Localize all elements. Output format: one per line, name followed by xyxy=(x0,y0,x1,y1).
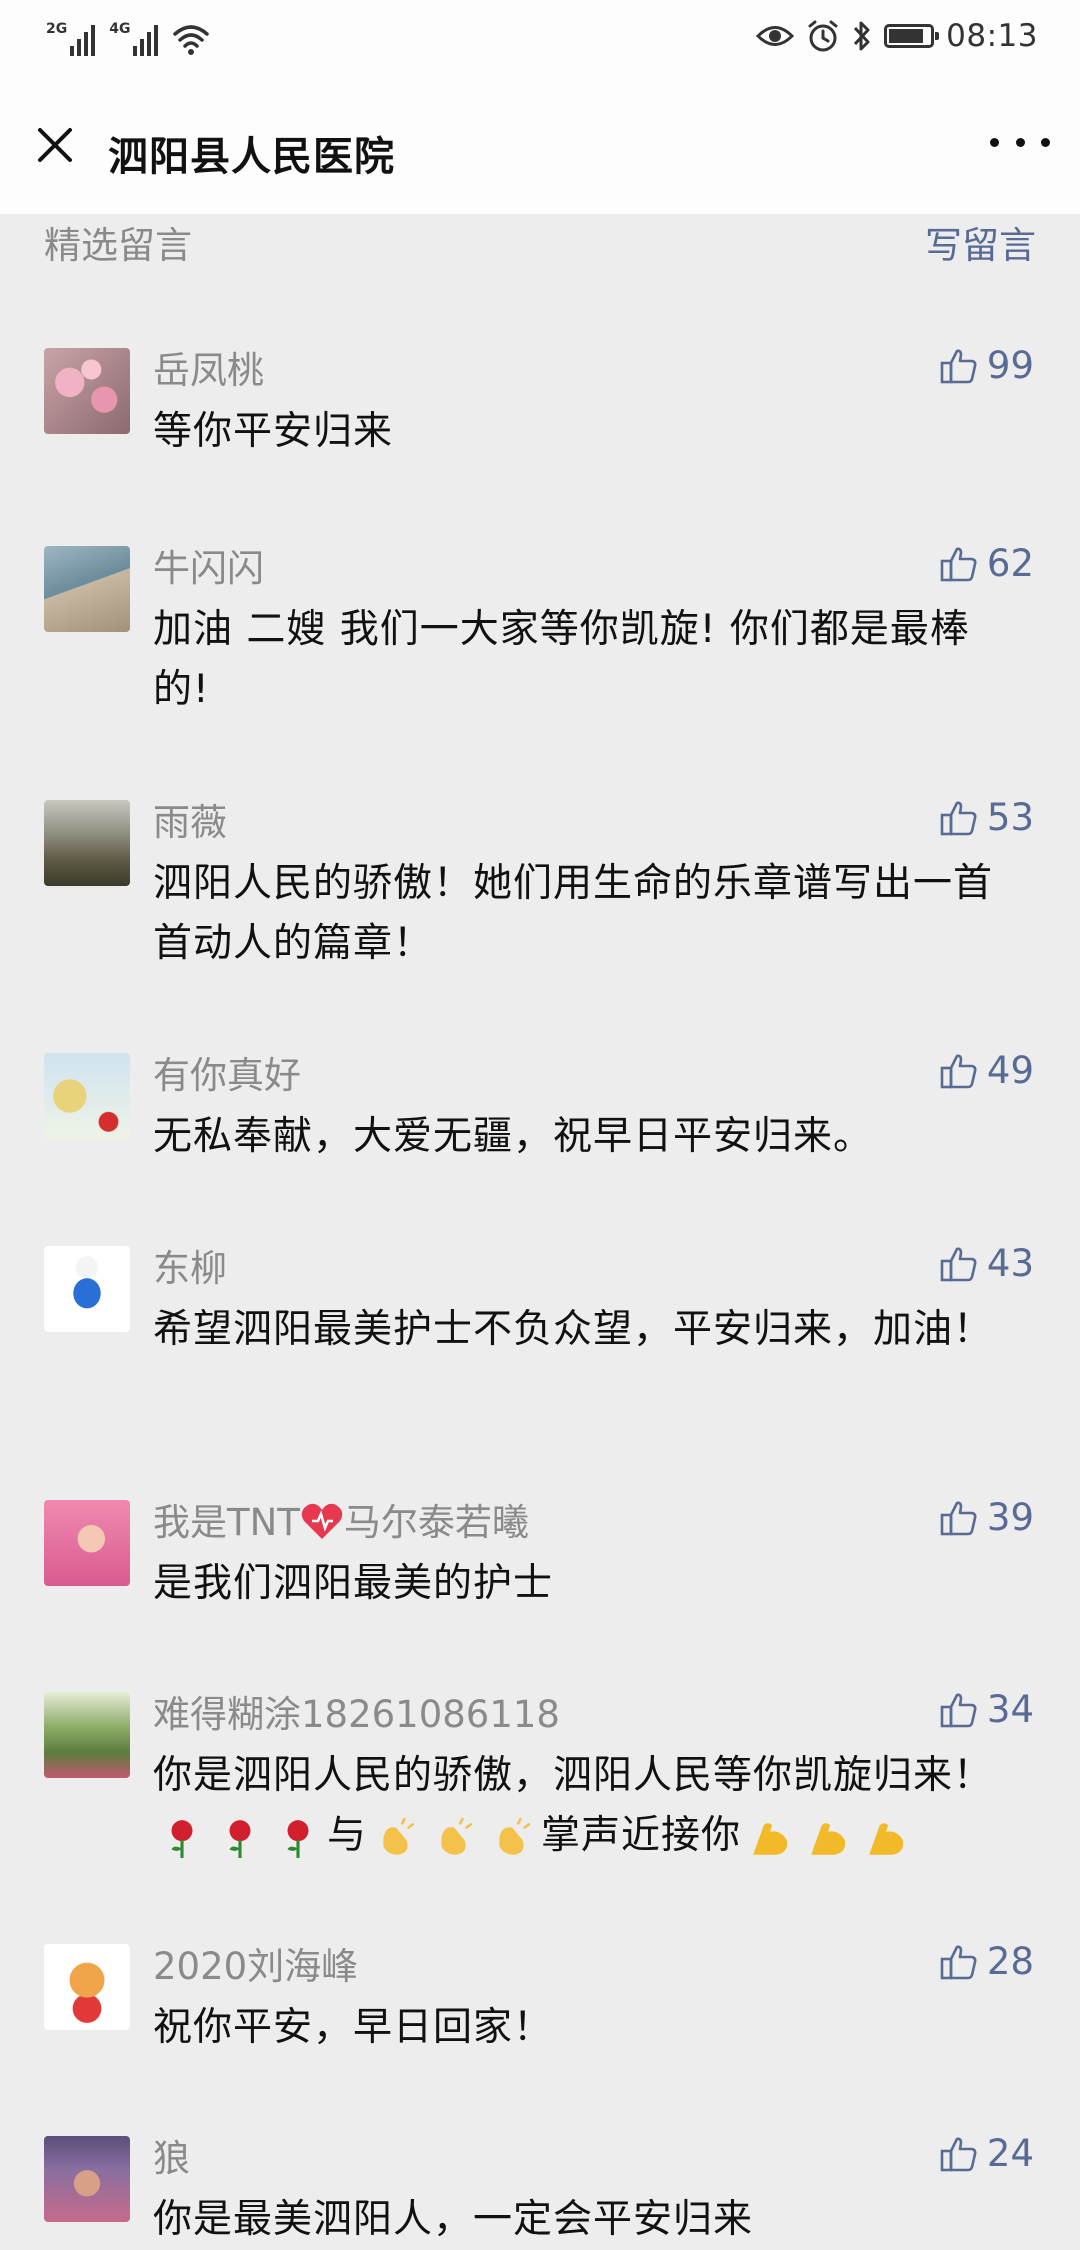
like-count: 62 xyxy=(986,542,1034,585)
name-suffix: 马尔泰若曦 xyxy=(343,1501,529,1544)
more-icon-dot xyxy=(990,137,999,147)
avatar[interactable] xyxy=(44,2136,130,2222)
network-type-label: 4G xyxy=(109,21,131,37)
thumbs-up-icon xyxy=(939,544,979,584)
avatar[interactable] xyxy=(44,800,130,886)
comment-text: 是我们泗阳最美的护士 xyxy=(153,1561,554,1606)
avatar[interactable] xyxy=(44,1053,130,1139)
comment-text: 希望泗阳最美护士不负众望，平安归来，加油！ xyxy=(153,1307,994,1352)
comment-text: 泗阳人民的骄傲！她们用生命的乐章谱写出一首首动人的篇章！ xyxy=(153,861,994,966)
like-button[interactable]: 53 xyxy=(939,796,1034,839)
like-count: 43 xyxy=(986,1242,1034,1285)
signal-bars-icon xyxy=(133,22,159,56)
flexed-biceps-icon xyxy=(753,1822,788,1855)
clapping-hands-icon xyxy=(383,1817,415,1855)
wifi-icon xyxy=(173,25,210,55)
rose-icon xyxy=(171,1819,193,1858)
network-type-label: 2G xyxy=(46,21,68,37)
more-icon-dot xyxy=(1015,137,1025,147)
write-comment-link[interactable]: 写留言 xyxy=(925,215,1036,269)
battery-icon xyxy=(884,24,940,48)
comment-text: 加油 二嫂 我们一大家等你凯旋! 你们都是最棒的! xyxy=(153,607,970,712)
like-count: 49 xyxy=(986,1049,1034,1092)
name-prefix: 我是TNT xyxy=(153,1501,300,1544)
like-count: 24 xyxy=(986,2132,1034,2175)
page-title: 泗阳县人民医院 xyxy=(108,134,395,180)
thumbs-up-icon xyxy=(939,1051,979,1091)
eye-icon xyxy=(756,26,795,46)
like-button[interactable]: 39 xyxy=(939,1496,1034,1539)
close-icon xyxy=(38,128,72,162)
comments-header: 精选留言 写留言 xyxy=(44,214,1036,270)
avatar[interactable] xyxy=(44,546,130,632)
like-button[interactable]: 62 xyxy=(939,542,1034,585)
clock-time: 08:13 xyxy=(946,18,1038,54)
avatar[interactable] xyxy=(44,1500,130,1586)
signal-indicators: 2G 4G xyxy=(46,22,210,56)
clapping-hands-icon xyxy=(499,1817,531,1855)
thumbs-up-icon xyxy=(939,346,979,386)
avatar[interactable] xyxy=(44,1246,130,1332)
status-right: 08:13 xyxy=(756,18,1038,54)
commenter-name: 牛闪闪 xyxy=(153,547,264,590)
close-button[interactable] xyxy=(30,120,80,170)
thumbs-up-icon xyxy=(939,798,979,838)
thumbs-up-icon xyxy=(939,1498,979,1538)
commenter-name: 狼 xyxy=(153,2137,190,2180)
like-button[interactable]: 28 xyxy=(939,1940,1034,1983)
avatar[interactable] xyxy=(44,348,130,434)
comment-text-part: 掌声近接你 xyxy=(541,1813,742,1858)
alarm-icon xyxy=(808,20,838,52)
comment-text: 等你平安归来 xyxy=(153,409,394,454)
like-count: 53 xyxy=(986,796,1034,839)
comment-text: 你是泗阳人民的骄傲，泗阳人民等你凯旋归来！ 与 掌声近接你 xyxy=(153,1746,1013,1866)
thumbs-up-icon xyxy=(939,1690,979,1730)
thumbs-up-icon xyxy=(939,2134,979,2174)
heart-icon xyxy=(301,1503,343,1539)
thumbs-up-icon xyxy=(939,1244,979,1284)
clapping-hands-icon xyxy=(441,1817,473,1855)
avatar[interactable] xyxy=(44,1692,130,1778)
signal-2g: 2G xyxy=(46,21,96,56)
like-button[interactable]: 99 xyxy=(939,344,1034,387)
more-icon-dot xyxy=(1041,137,1050,147)
commenter-name: 岳凤桃 xyxy=(153,349,264,392)
flexed-biceps-icon xyxy=(869,1822,904,1855)
bluetooth-icon xyxy=(854,21,870,51)
comment-text: 你是最美泗阳人，一定会平安归来 xyxy=(153,2197,754,2242)
commenter-name: 东柳 xyxy=(153,1247,227,1290)
commenter-name: 2020刘海峰 xyxy=(153,1945,359,1988)
commenter-name: 难得糊涂18261086118 xyxy=(153,1693,560,1736)
commenter-name: 我是TNT 马尔泰若曦 xyxy=(153,1492,529,1546)
title-bar: 泗阳县人民医院 xyxy=(0,84,1080,214)
comment-text-part: 与 xyxy=(327,1813,368,1858)
comment-text: 祝你平安，早日回家！ xyxy=(153,2005,554,2050)
like-button[interactable]: 49 xyxy=(939,1049,1034,1092)
flexed-biceps-icon xyxy=(811,1822,846,1855)
like-count: 28 xyxy=(986,1940,1034,1983)
signal-bars-icon xyxy=(70,22,96,56)
more-button[interactable] xyxy=(990,132,1050,152)
like-count: 99 xyxy=(986,344,1034,387)
like-count: 39 xyxy=(986,1496,1034,1539)
thumbs-up-icon xyxy=(939,1942,979,1982)
section-title: 精选留言 xyxy=(44,224,192,267)
avatar[interactable] xyxy=(44,1944,130,2030)
rose-icon xyxy=(287,1819,309,1858)
commenter-name: 雨薇 xyxy=(153,801,227,844)
like-button[interactable]: 43 xyxy=(939,1242,1034,1285)
comment-text: 无私奉献，大爱无疆，祝早日平安归来。 xyxy=(153,1114,874,1159)
like-button[interactable]: 34 xyxy=(939,1688,1034,1731)
status-bar: 2G 4G 08:13 xyxy=(0,0,1080,84)
signal-4g: 4G xyxy=(109,21,159,56)
like-count: 34 xyxy=(986,1688,1034,1731)
comment-text-part: 你是泗阳人民的骄傲，泗阳人民等你凯旋归来！ xyxy=(153,1753,994,1798)
rose-icon xyxy=(229,1819,251,1858)
like-button[interactable]: 24 xyxy=(939,2132,1034,2175)
commenter-name: 有你真好 xyxy=(153,1054,301,1097)
